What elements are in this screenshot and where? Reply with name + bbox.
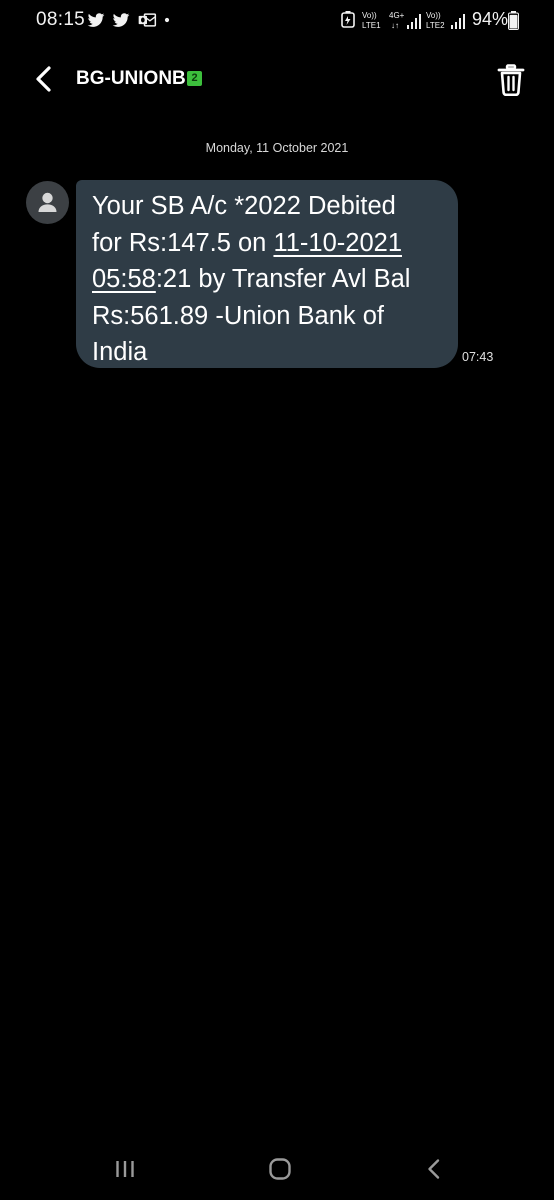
sim1-lte-label: LTE1 — [362, 21, 381, 30]
message-bubble[interactable]: Your SB A/c *2022 Debited for Rs:147.5 o… — [76, 180, 458, 368]
status-time: 08:15 — [36, 9, 86, 30]
contact-name[interactable]: BG-UNIONB — [76, 68, 186, 90]
message-text: for Rs:147.5 on — [92, 228, 274, 257]
contact-avatar[interactable] — [26, 181, 69, 224]
time-link[interactable]: 05:58 — [92, 265, 156, 293]
home-icon[interactable] — [263, 1154, 297, 1184]
battery-percent: 94% — [472, 9, 509, 29]
dot-icon — [164, 17, 170, 23]
battery-icon — [508, 11, 519, 30]
twitter-icon — [87, 13, 105, 27]
message-line: Rs:561.89 -Union Bank of — [92, 301, 385, 330]
battery-saver-icon — [341, 11, 355, 28]
navigation-bar — [0, 1140, 554, 1200]
sim1-network-label: 4G+ — [389, 11, 405, 20]
status-bar: 08:15 Vo)) LTE1 4G+ ↓↑ Vo)) LTE2 94% — [0, 0, 554, 42]
conversation-header: BG-UNIONB 2 — [0, 50, 554, 110]
date-link[interactable]: 11-10-2021 — [273, 229, 402, 257]
sim1-data-arrows: ↓↑ — [391, 21, 399, 30]
signal-icon — [451, 14, 465, 29]
trash-icon[interactable] — [496, 64, 526, 96]
person-icon — [38, 192, 57, 212]
back-arrow-icon[interactable] — [28, 62, 62, 96]
message-line: Your SB A/c *2022 Debited — [92, 192, 396, 220]
sim2-lte-label: LTE2 — [426, 21, 445, 30]
message-text: :21 by Transfer Avl Bal — [155, 265, 411, 293]
signal-icon — [407, 14, 421, 29]
sim1-volte-label: Vo)) — [362, 11, 377, 20]
sim2-volte-label: Vo)) — [426, 11, 441, 20]
message-line: India — [92, 338, 148, 366]
sim-badge: 2 — [187, 71, 202, 86]
message-timestamp: 07:43 — [462, 350, 494, 364]
date-separator: Monday, 11 October 2021 — [205, 141, 349, 155]
back-nav-icon[interactable] — [418, 1154, 452, 1184]
twitter-icon — [112, 13, 130, 27]
message-line: for Rs:147.5 on 11-10-2021 — [92, 225, 442, 262]
recent-apps-icon[interactable] — [108, 1154, 142, 1184]
outlook-icon — [138, 13, 157, 27]
message-line: 05:58:21 by Transfer Avl Bal — [92, 261, 442, 298]
